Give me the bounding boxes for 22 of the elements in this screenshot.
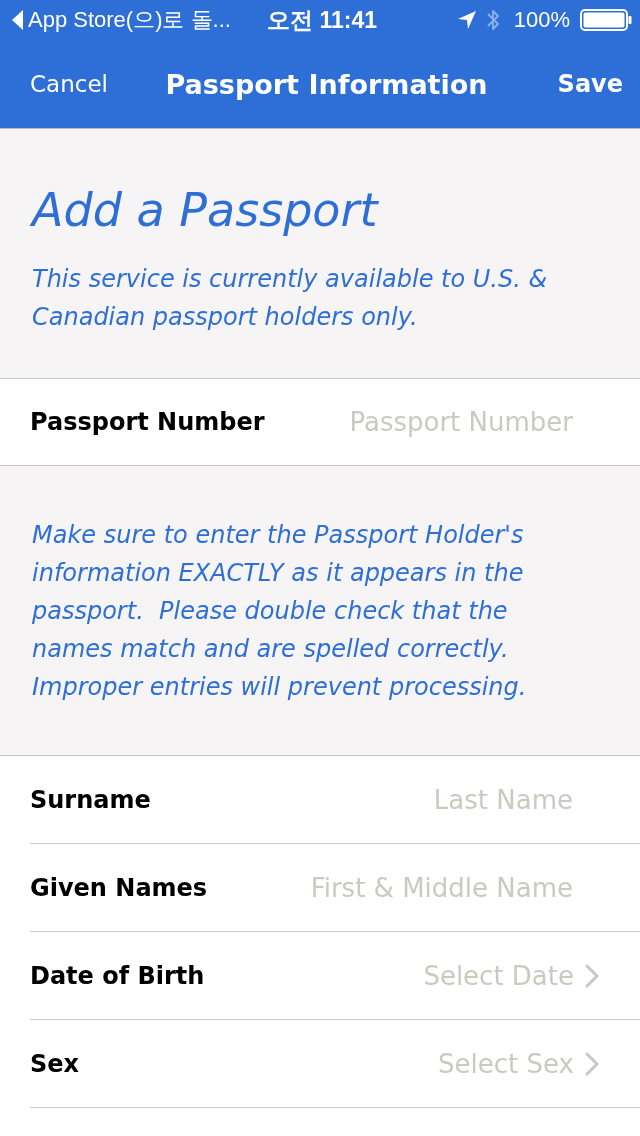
text-input[interactable]: Passport Number <box>280 407 573 437</box>
field-label: Surname <box>30 785 151 814</box>
field-label: Given Names <box>30 873 208 902</box>
field-label: Sex <box>30 1049 80 1078</box>
battery-icon <box>580 9 632 31</box>
status-time: 오전 11:41 <box>266 5 378 35</box>
cancel-button[interactable]: Cancel <box>30 71 108 97</box>
battery-percentage: 100% <box>513 7 570 33</box>
field-label: Passport Number <box>30 408 265 436</box>
chevron-icon <box>584 1050 600 1077</box>
text-input[interactable]: First & Middle Name <box>223 872 573 903</box>
save-button[interactable]: Save <box>557 70 623 98</box>
nav-title: Passport Information <box>165 68 488 100</box>
availability-note: This service is currently available to U.S. & Canadian passport holders only. <box>32 264 549 333</box>
location-arrow-icon <box>457 11 476 29</box>
chevron-icon <box>584 962 600 989</box>
back-to-app-link[interactable]: App Store(으)로 돌... <box>12 5 231 35</box>
back-triangle-icon <box>12 10 23 30</box>
field-label: Date of Birth <box>30 961 205 990</box>
notice-text: Make sure to enter the Passport Holder's information EXACTLY as it appears in the passport. Please double check that the names match and are spelled correctly. Improper entries will prevent processing. <box>32 520 528 703</box>
text-input[interactable]: Last Name <box>166 784 573 815</box>
bluetooth-icon <box>485 8 500 32</box>
